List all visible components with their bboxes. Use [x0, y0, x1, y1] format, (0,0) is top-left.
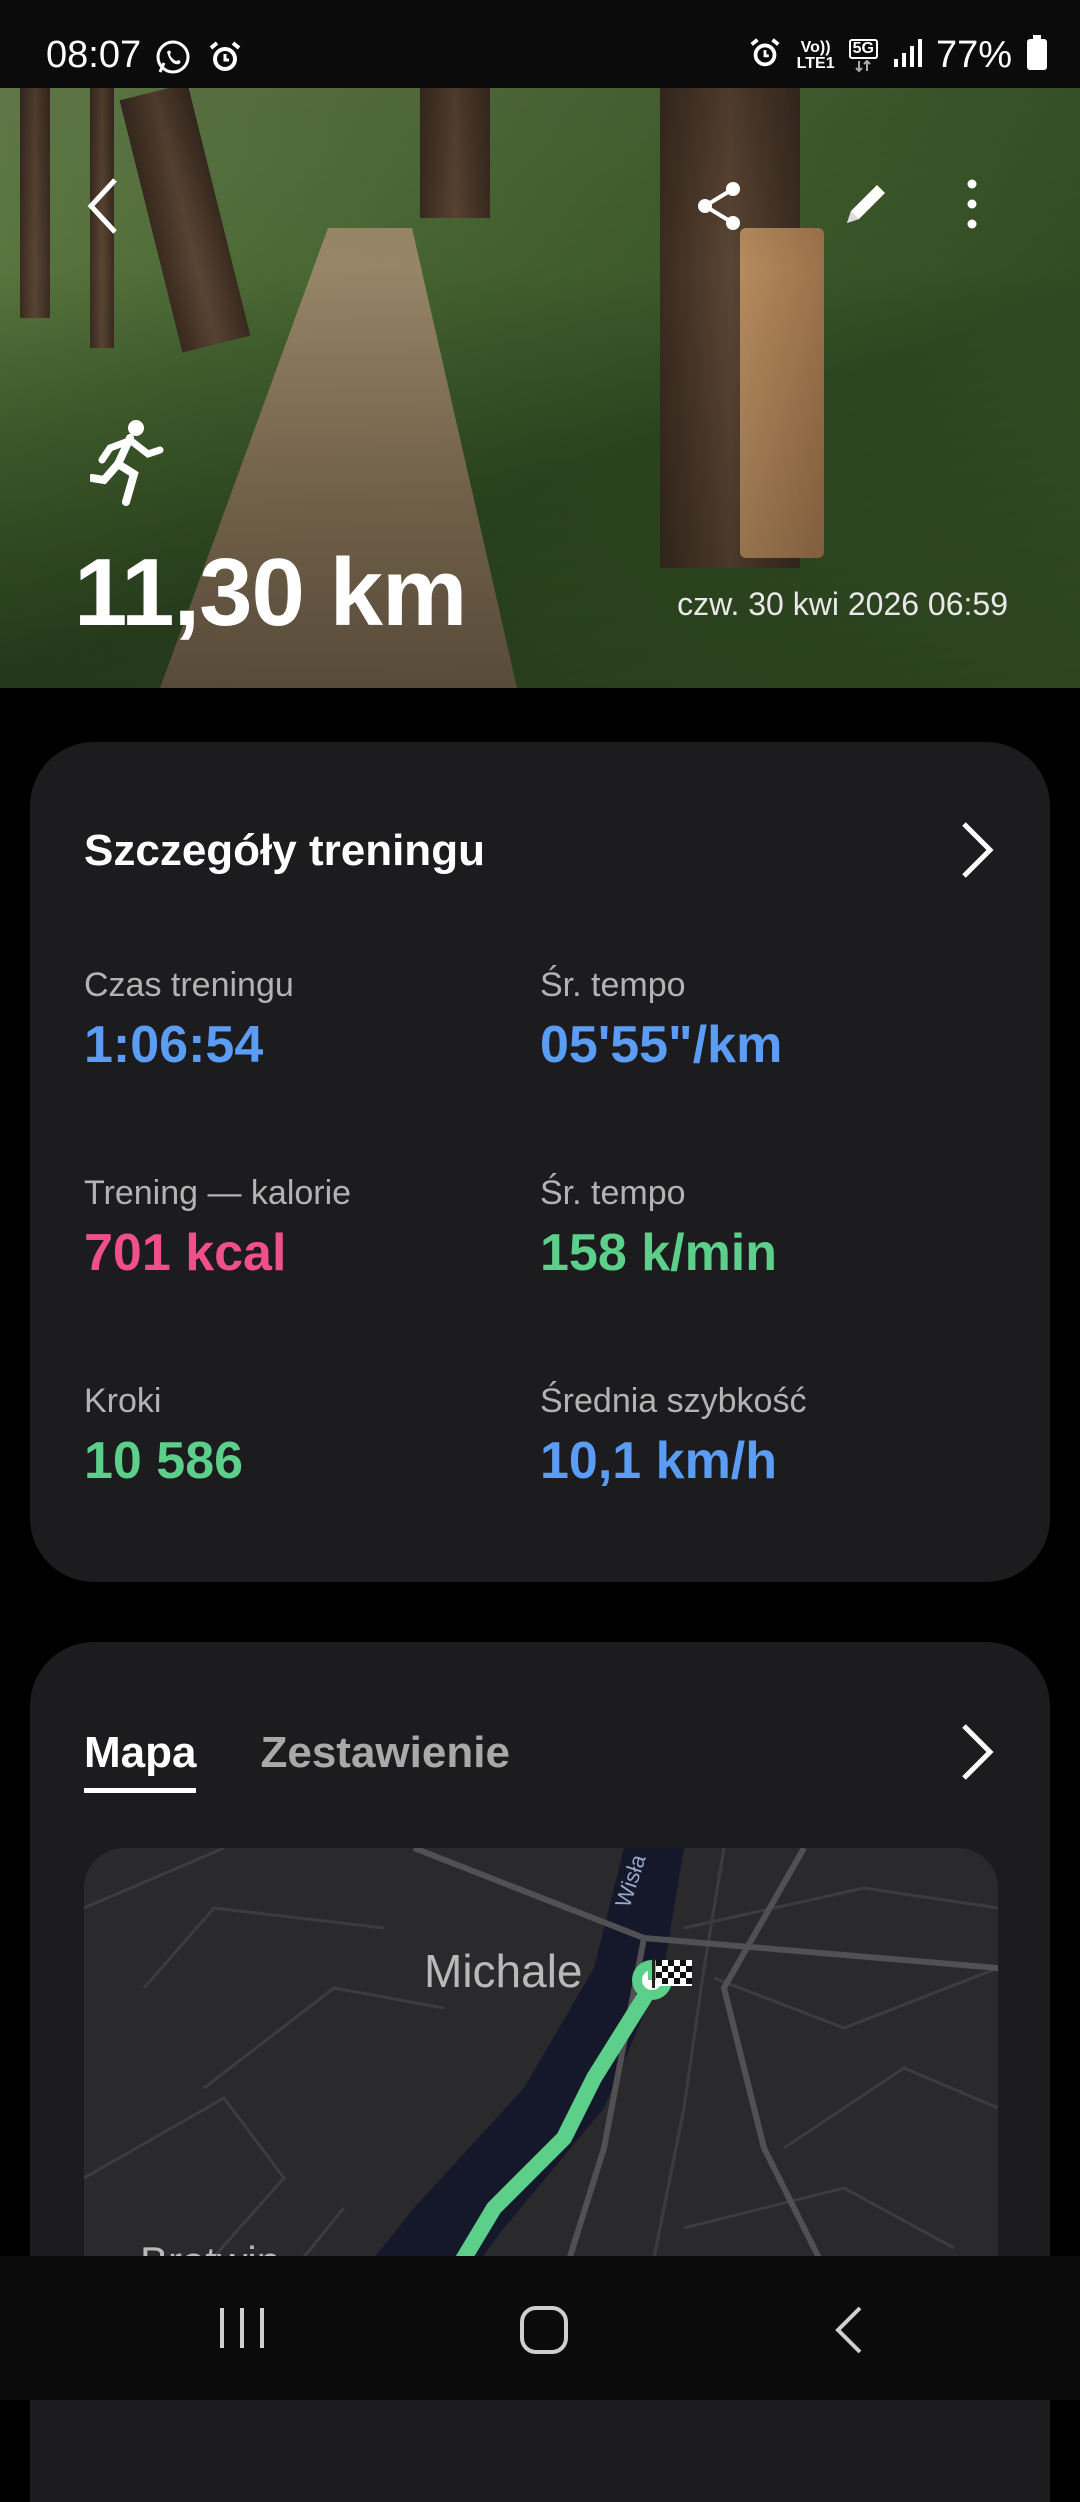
workout-datetime: czw. 30 kwi 2026 06:59 — [677, 586, 1008, 622]
edit-button[interactable] — [836, 174, 896, 234]
stat-steps: Kroki 10 586 — [84, 1382, 244, 1490]
more-icon — [967, 179, 977, 229]
whatsapp-icon — [154, 38, 192, 81]
status-left-icons — [154, 38, 244, 81]
share-icon — [698, 182, 740, 230]
recent-apps-icon — [220, 2308, 264, 2348]
running-icon — [88, 418, 166, 513]
status-bar: 08:07 Vo)) LTE1 5G 77% — [0, 0, 1080, 88]
network-generation: 5G — [848, 38, 878, 73]
stat-duration: Czas treningu 1:06:54 — [84, 966, 294, 1074]
back-icon — [87, 178, 117, 234]
back-icon — [835, 2306, 862, 2354]
card-title: Szczegóły treningu — [84, 826, 485, 875]
alarm-icon — [206, 38, 244, 81]
details-chevron-button[interactable] — [960, 820, 994, 885]
chevron-right-icon — [962, 1724, 994, 1780]
stat-avg-speed: Średnia szybkość 10,1 km/h — [540, 1382, 807, 1490]
data-arrows-icon — [855, 59, 871, 72]
battery-icon — [1026, 35, 1048, 76]
recent-apps-button[interactable] — [216, 2304, 268, 2357]
volte-indicator: Vo)) LTE1 — [796, 38, 835, 72]
tab-map[interactable]: Mapa — [84, 1728, 197, 1793]
more-options-button[interactable] — [950, 174, 994, 234]
chevron-right-icon — [962, 822, 994, 878]
battery-percent: 77% — [935, 34, 1012, 76]
distance-value: 11,30 km — [74, 539, 467, 646]
signal-icon — [892, 37, 922, 74]
map-chevron-button[interactable] — [960, 1722, 994, 1787]
hero-photo: 11,30 km czw. 30 kwi 2026 06:59 — [0, 88, 1080, 688]
stat-calories: Trening — kalorie 701 kcal — [84, 1174, 352, 1282]
share-button[interactable] — [690, 176, 750, 236]
nav-back-button[interactable] — [830, 2304, 866, 2361]
tab-summary[interactable]: Zestawienie — [260, 1728, 509, 1793]
map-tabs: Mapa Zestawienie — [84, 1728, 510, 1793]
stat-avg-pace: Śr. tempo 05'55"/km — [540, 966, 783, 1074]
workout-details-card[interactable]: Szczegóły treningu Czas treningu 1:06:54… — [30, 742, 1050, 1582]
back-button[interactable] — [78, 176, 128, 236]
status-right-icons: Vo)) LTE1 5G 77% — [747, 34, 1048, 77]
home-button[interactable] — [518, 2304, 570, 2361]
finish-flag-icon — [652, 1958, 692, 1988]
route-map[interactable]: Michale Bratwin Wisła — [84, 1848, 998, 2308]
map-label-town: Michale — [424, 1945, 583, 1997]
stat-cadence: Śr. tempo 158 k/min — [540, 1174, 778, 1282]
status-time: 08:07 — [46, 34, 142, 76]
home-icon — [520, 2306, 568, 2354]
alarm-icon — [747, 35, 783, 76]
navigation-bar — [0, 2256, 1080, 2400]
edit-icon — [847, 185, 885, 223]
